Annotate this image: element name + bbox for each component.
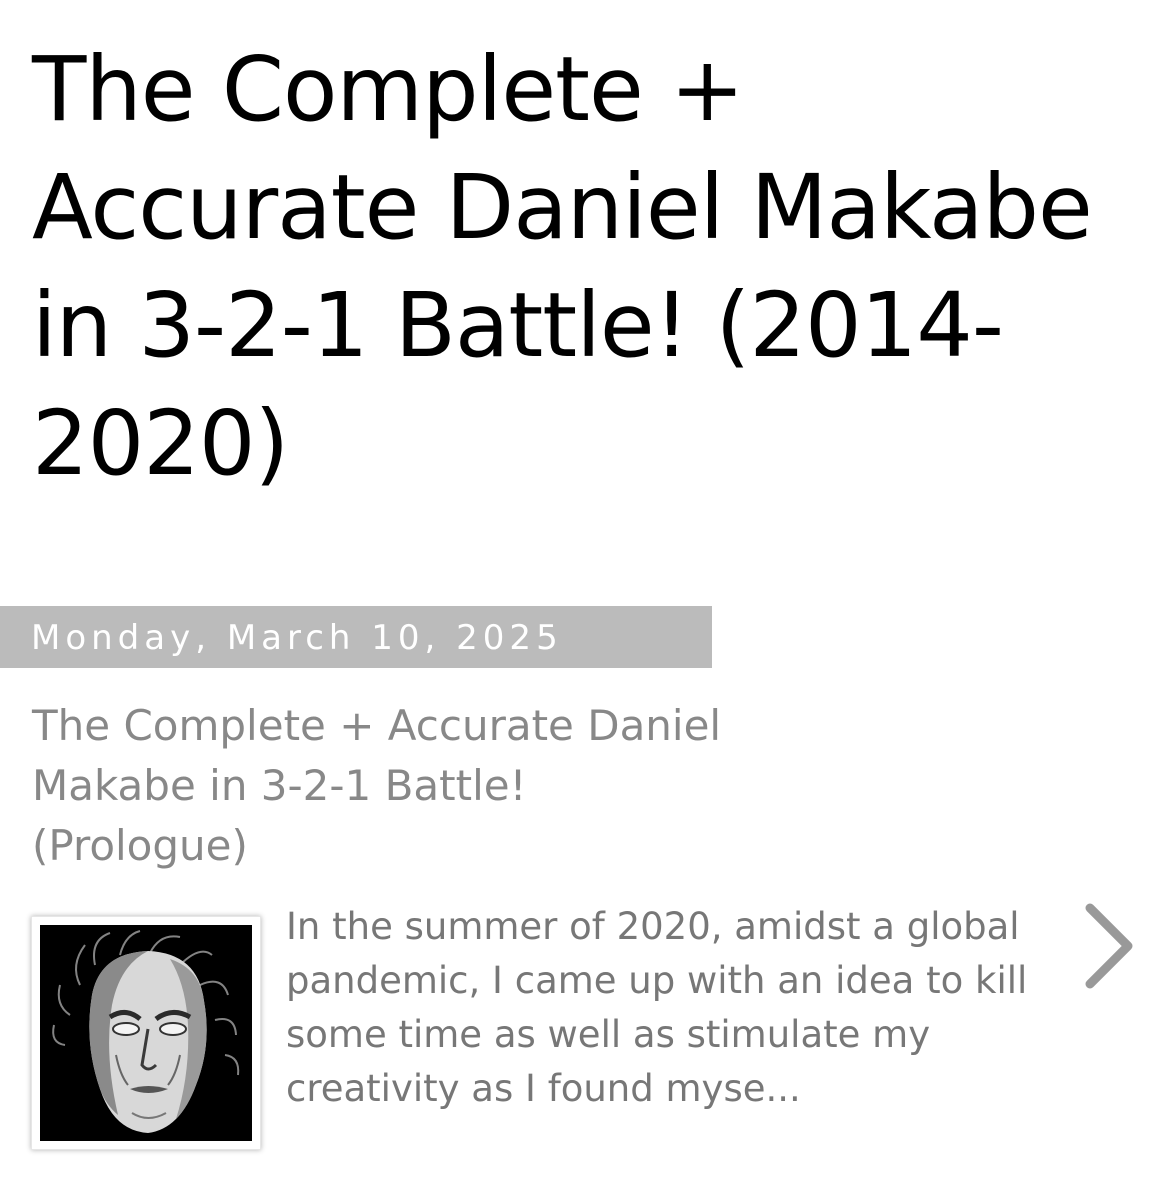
chevron-right-icon (1085, 903, 1133, 989)
post-snippet: In the summer of 2020, amidst a global p… (286, 905, 1028, 1110)
date-header: Monday, March 10, 2025 (0, 606, 712, 668)
next-post-button[interactable] (1082, 898, 1142, 998)
blog-title: The Complete + Accurate Daniel Makabe in… (32, 37, 1093, 495)
post-title-link[interactable]: The Complete + Accurate Daniel Makabe in… (32, 696, 752, 876)
post-thumbnail[interactable] (31, 916, 261, 1150)
date-header-text: Monday, March 10, 2025 (31, 618, 563, 658)
face-portrait-thumbnail (40, 925, 252, 1141)
